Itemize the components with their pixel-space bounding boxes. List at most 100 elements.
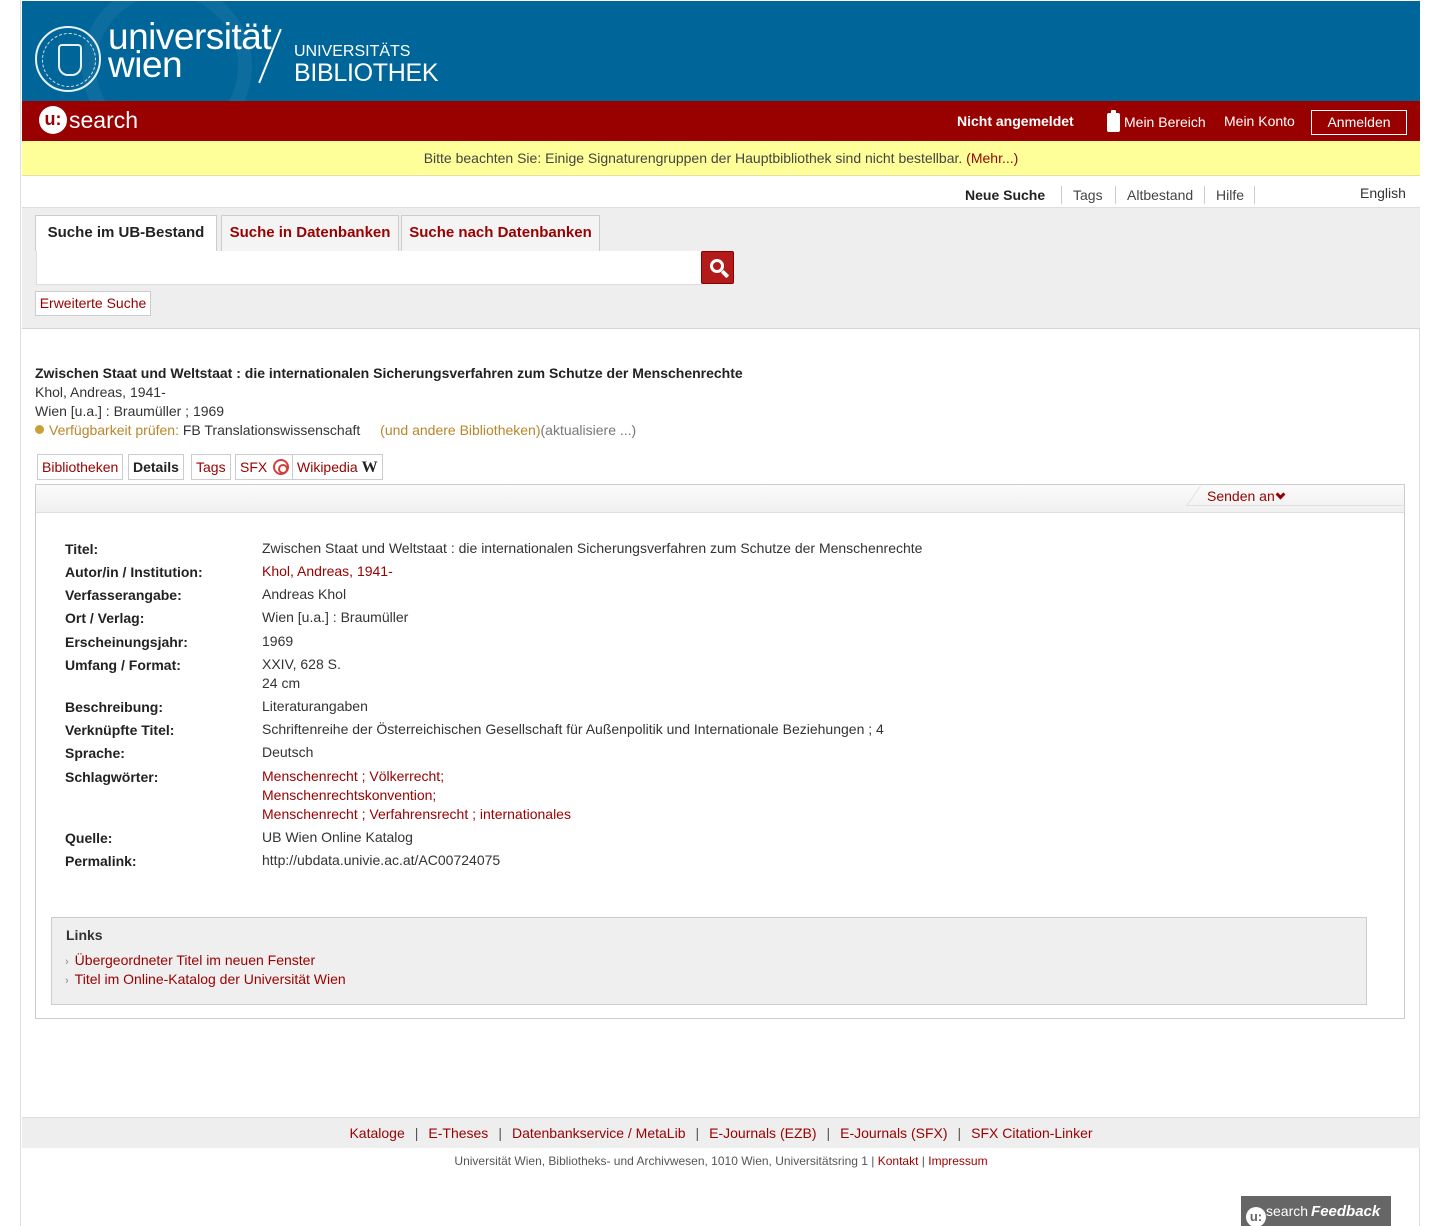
footer-separator: | bbox=[498, 1125, 502, 1141]
tab-sfx[interactable]: SFX bbox=[235, 454, 295, 480]
feedback-button[interactable]: u: search Feedback bbox=[1241, 1196, 1391, 1226]
chevron-right-icon: › bbox=[65, 975, 69, 987]
value-autor: Khol, Andreas, 1941- bbox=[262, 562, 393, 581]
record-title: Zwischen Staat und Weltstaat : die inter… bbox=[35, 365, 743, 381]
language-switch-english[interactable]: English bbox=[1360, 185, 1406, 201]
other-libraries-link[interactable]: (und andere Bibliotheken) bbox=[380, 422, 540, 438]
tab-sfx-label: SFX bbox=[240, 459, 268, 475]
tab-datenbanken[interactable]: Suche in Datenbanken bbox=[221, 215, 399, 251]
tab-ub-bestand[interactable]: Suche im UB-Bestand bbox=[35, 215, 217, 251]
university-wordmark[interactable]: universität wien bbox=[108, 18, 272, 83]
link-online-catalog[interactable]: › Titel im Online-Katalog der Universität… bbox=[65, 971, 346, 987]
u-logo-icon: u: bbox=[39, 106, 67, 134]
subject-separator: ; bbox=[468, 806, 480, 822]
university-seal-logo[interactable] bbox=[35, 26, 101, 92]
tab-details[interactable]: Details bbox=[128, 454, 184, 480]
notice-more-link[interactable]: (Mehr...) bbox=[966, 150, 1018, 166]
label-permalink: Permalink: bbox=[65, 853, 137, 869]
wikipedia-icon: W bbox=[361, 459, 378, 476]
nav-separator bbox=[1204, 186, 1205, 204]
subject-link[interactable]: Verfahrensrecht bbox=[369, 806, 468, 822]
footer-separator: | bbox=[695, 1125, 700, 1141]
ub-line1: UNIVERSITÄTS bbox=[294, 43, 411, 60]
footer-kontakt-link[interactable]: Kontakt bbox=[878, 1154, 919, 1168]
value-verfasser: Andreas Khol bbox=[262, 586, 347, 602]
login-status: Nicht angemeldet bbox=[957, 113, 1074, 129]
record-imprint: Wien [u.a.] : Braumüller ; 1969 bbox=[35, 403, 225, 419]
chevron-down-icon bbox=[1275, 489, 1286, 500]
link-parent-title-label: Übergeordneter Titel im neuen Fenster bbox=[74, 952, 316, 968]
tab-wikipedia[interactable]: Wikipedia W bbox=[292, 454, 383, 480]
author-link[interactable]: Khol, Andreas, 1941- bbox=[262, 563, 393, 579]
value-jahr: 1969 bbox=[262, 633, 294, 649]
availability-check-link[interactable]: Verfügbarkeit prüfen: bbox=[49, 422, 179, 438]
label-titel: Titel: bbox=[65, 541, 99, 557]
nav-altbestand[interactable]: Altbestand bbox=[1127, 187, 1193, 203]
notice-banner: Bitte beachten Sie: Einige Signaturengru… bbox=[22, 141, 1420, 176]
tab-wikipedia-label: Wikipedia bbox=[297, 459, 358, 475]
subject-link[interactable]: internationales bbox=[480, 806, 571, 822]
label-umfang: Umfang / Format: bbox=[65, 657, 181, 673]
label-autor: Autor/in / Institution: bbox=[65, 564, 203, 580]
label-schlagwoerter: Schlagwörter: bbox=[65, 769, 159, 785]
feedback-search-text: search bbox=[1266, 1203, 1309, 1219]
footer-link-citation-linker[interactable]: SFX Citation-Linker bbox=[971, 1125, 1092, 1141]
subject-link[interactable]: Menschenrecht bbox=[262, 768, 358, 784]
subject-link[interactable]: Menschenrecht bbox=[262, 806, 358, 822]
footer-link-kataloge[interactable]: Kataloge bbox=[349, 1125, 404, 1141]
value-umfang: XXIV, 628 S. 24 cm bbox=[262, 655, 341, 693]
mein-bereich-label: Mein Bereich bbox=[1124, 114, 1206, 130]
university-header: universität wien UNIVERSITÄTS BIBLIOTHEK bbox=[22, 1, 1420, 101]
advanced-search-button[interactable]: Erweiterte Suche bbox=[35, 291, 151, 316]
ub-line2: BIBLIOTHEK bbox=[294, 59, 439, 87]
nav-hilfe[interactable]: Hilfe bbox=[1216, 187, 1244, 203]
footer-link-etheses[interactable]: E-Theses bbox=[428, 1125, 488, 1141]
subject-link[interactable]: Völkerrecht; bbox=[369, 768, 444, 784]
search-button[interactable] bbox=[701, 251, 734, 284]
availability-location: FB Translationswissenschaft bbox=[182, 422, 361, 438]
subject-link[interactable]: Menschenrechtskonvention; bbox=[262, 787, 436, 803]
footer-impressum-link[interactable]: Impressum bbox=[928, 1154, 987, 1168]
availability-row: Verfügbarkeit prüfen: FB Translationswis… bbox=[35, 422, 636, 438]
nav-separator bbox=[1061, 186, 1062, 204]
nav-tags[interactable]: Tags bbox=[1073, 187, 1103, 203]
value-beschreibung: Literaturangaben bbox=[262, 698, 368, 714]
footer-separator: | bbox=[921, 1154, 925, 1168]
search-input[interactable] bbox=[36, 251, 702, 285]
tab-tags[interactable]: Tags bbox=[191, 454, 231, 480]
footer-link-ezb[interactable]: E-Journals (EZB) bbox=[709, 1125, 816, 1141]
subject-separator: ; bbox=[357, 768, 370, 784]
footer-link-sfx[interactable]: E-Journals (SFX) bbox=[840, 1125, 947, 1141]
send-to-label: Senden an bbox=[1207, 488, 1275, 504]
page-container: universität wien UNIVERSITÄTS BIBLIOTHEK… bbox=[20, 0, 1420, 1226]
link-parent-title[interactable]: › Übergeordneter Titel im neuen Fenster bbox=[65, 952, 315, 968]
footer-address: Universität Wien, Bibliotheks- und Archi… bbox=[22, 1152, 1420, 1174]
usearch-logo[interactable]: u: search bbox=[39, 106, 138, 136]
value-permalink[interactable]: http://ubdata.univie.ac.at/AC00724075 bbox=[262, 851, 500, 870]
search-icon-handle bbox=[720, 269, 730, 279]
send-to-dropdown[interactable]: Senden an bbox=[1207, 488, 1286, 504]
login-button[interactable]: Anmelden bbox=[1311, 110, 1407, 135]
notice-text: Bitte beachten Sie: Einige Signaturengru… bbox=[423, 150, 963, 166]
label-verfasser: Verfasserangabe: bbox=[65, 587, 182, 603]
tab-nach-datenbanken[interactable]: Suche nach Datenbanken bbox=[401, 215, 600, 251]
label-verknuepfte-titel: Verknüpfte Titel: bbox=[65, 722, 175, 738]
subject-row: Menschenrecht ; Verfahrensrecht ; intern… bbox=[262, 805, 571, 824]
subject-separator: ; bbox=[357, 806, 370, 822]
refresh-link[interactable]: (aktualisiere ...) bbox=[541, 422, 637, 438]
tab-bibliotheken[interactable]: Bibliotheken bbox=[37, 454, 124, 480]
label-quelle: Quelle: bbox=[65, 830, 113, 846]
value-ort-verlag: Wien [u.a.] : Braumüller bbox=[262, 609, 409, 625]
label-beschreibung: Beschreibung: bbox=[65, 699, 164, 715]
mein-konto-link[interactable]: Mein Konto bbox=[1224, 113, 1295, 129]
value-schlagwoerter: Menschenrecht ; Völkerrecht; Menschenrec… bbox=[262, 767, 571, 824]
footer-link-metalib[interactable]: Datenbankservice / MetaLib bbox=[512, 1125, 686, 1141]
library-wordmark[interactable]: UNIVERSITÄTS BIBLIOTHEK bbox=[294, 43, 439, 87]
label-ort-verlag: Ort / Verlag: bbox=[65, 610, 145, 626]
nav-neue-suche[interactable]: Neue Suche bbox=[965, 187, 1045, 203]
record-author: Khol, Andreas, 1941- bbox=[35, 384, 166, 400]
links-title: Links bbox=[66, 927, 103, 943]
clipboard-icon bbox=[1107, 110, 1120, 132]
footer-links: Kataloge | E-Theses | Datenbankservice / Met… bbox=[22, 1117, 1420, 1148]
mein-bereich-link[interactable]: Mein Bereich bbox=[1107, 110, 1206, 132]
